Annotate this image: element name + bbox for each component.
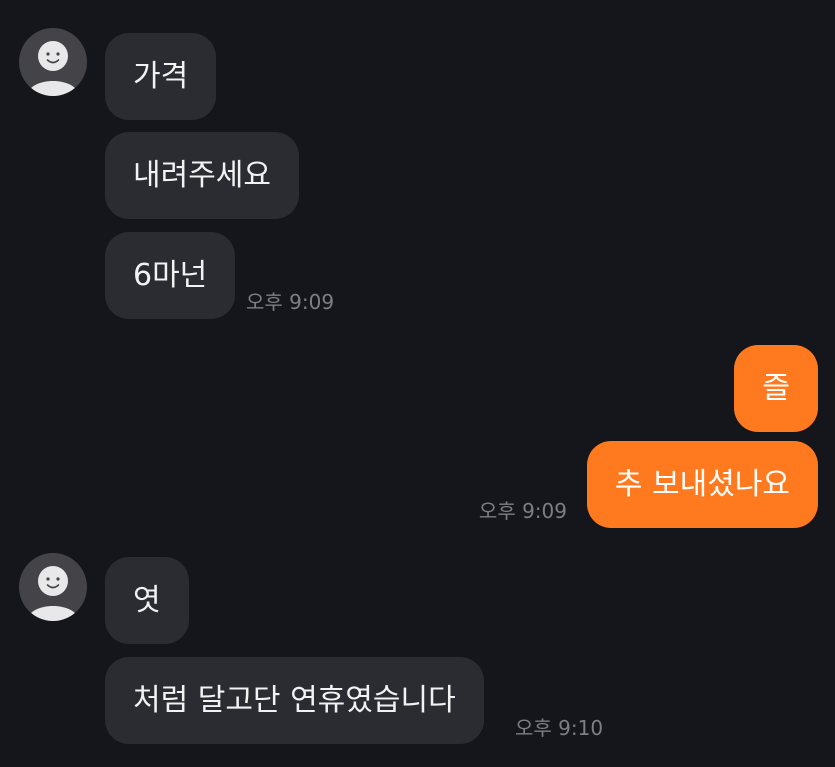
message-timestamp: 오후 9:09 [478,499,567,523]
message-timestamp: 오후 9:09 [246,290,335,314]
avatar[interactable] [19,28,87,96]
message-timestamp: 오후 9:10 [515,716,604,740]
message-bubble-incoming[interactable]: 가격 [105,33,217,120]
message-bubble-incoming[interactable]: 6마넌 [105,232,236,319]
chat-conversation: 가격 내려주세요 6마넌 오후 9:09 즐 추 보내셨나요 오후 9:09 엿… [0,0,835,767]
default-profile-avatar-icon [27,41,79,96]
default-profile-avatar-icon [27,566,79,621]
message-bubble-outgoing[interactable]: 즐 [734,345,818,432]
message-bubble-incoming[interactable]: 내려주세요 [105,132,299,219]
avatar[interactable] [19,553,87,621]
message-bubble-incoming[interactable]: 엿 [105,557,189,644]
message-bubble-incoming[interactable]: 처럼 달고단 연휴였습니다 [105,657,484,744]
message-bubble-outgoing[interactable]: 추 보내셨나요 [586,441,818,528]
